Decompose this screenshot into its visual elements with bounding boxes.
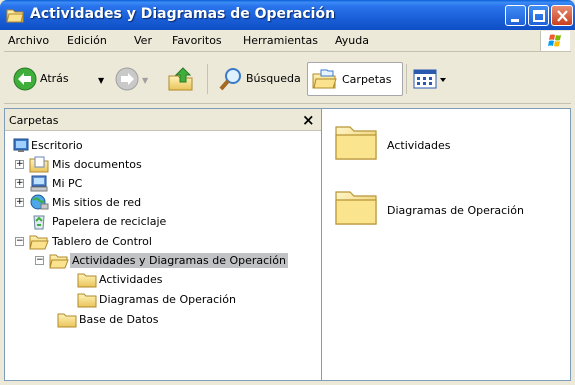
tree-item-label-selected: Actividades y Diagramas de Operación	[70, 253, 288, 268]
close-icon	[557, 10, 568, 22]
folders-button[interactable]: Carpetas	[307, 62, 403, 96]
folder-open-icon	[49, 254, 69, 269]
menu-ver[interactable]: Ver	[134, 34, 152, 47]
tree-item-label: Diagramas de Operación	[99, 293, 236, 306]
tree-item-label: Mis documentos	[52, 158, 142, 171]
menu-ayuda[interactable]: Ayuda	[335, 34, 369, 47]
folders-label: Carpetas	[342, 73, 392, 86]
recycle-bin-icon	[33, 215, 45, 230]
folder-icon	[335, 191, 377, 225]
toolbar-separator	[406, 64, 407, 94]
folders-pane-title: Carpetas	[9, 114, 59, 127]
computer-icon	[30, 175, 48, 192]
tree-item-mis-sitios-de-red[interactable]: + Mis sitios de red	[7, 193, 207, 212]
tree-item-tablero-de-control[interactable]: − Tablero de Control	[7, 232, 207, 251]
search-label: Búsqueda	[246, 72, 301, 85]
windows-logo-icon	[540, 31, 570, 51]
minimize-button[interactable]	[505, 5, 526, 26]
folders-icon	[312, 69, 337, 89]
tree-item-papelera[interactable]: Papelera de reciclaje	[7, 212, 207, 231]
content-pane: Actividades Diagramas de Operación	[322, 108, 571, 381]
tree-item-base-de-datos[interactable]: Base de Datos	[49, 310, 249, 329]
toolbar-separator	[207, 64, 208, 94]
desktop-icon	[13, 138, 29, 152]
minimize-icon	[511, 19, 519, 22]
title-bar[interactable]: Actividades y Diagramas de Operación	[0, 0, 575, 30]
folder-icon	[77, 273, 97, 288]
folder-icon	[6, 9, 24, 23]
folder-icon	[335, 126, 377, 160]
search-icon	[219, 68, 241, 91]
toolbar: Atrás ▼ ▼ Búsqueda Carpetas	[4, 54, 571, 104]
tree-item-actividades[interactable]: Actividades	[69, 270, 269, 289]
back-button[interactable]: Atrás ▼	[10, 62, 110, 96]
menu-archivo[interactable]: Archivo	[8, 34, 49, 47]
close-pane-icon[interactable]: ×	[302, 111, 315, 129]
menu-favoritos[interactable]: Favoritos	[172, 34, 222, 47]
up-folder-button[interactable]	[167, 62, 197, 96]
window-title: Actividades y Diagramas de Operación	[30, 6, 336, 22]
forward-arrow-icon	[115, 67, 139, 91]
forward-button[interactable]: ▼	[114, 62, 154, 96]
search-button[interactable]: Búsqueda	[216, 62, 304, 96]
tree-item-label: Escritorio	[31, 139, 83, 152]
network-icon	[30, 194, 49, 210]
tree-item-label: Mi PC	[52, 177, 83, 190]
folders-pane: Carpetas × Escritorio + Mis documentos +	[4, 108, 322, 381]
forward-dropdown-icon[interactable]: ▼	[142, 76, 148, 85]
tree-item-mi-pc[interactable]: + Mi PC	[7, 174, 207, 193]
back-arrow-icon	[13, 67, 37, 91]
back-dropdown-icon[interactable]: ▼	[98, 76, 104, 85]
content-item-label: Actividades	[387, 139, 451, 152]
tree-item-label: Base de Datos	[79, 313, 159, 326]
tree-item-mis-documentos[interactable]: + Mis documentos	[7, 155, 207, 174]
folder-icon	[77, 293, 97, 308]
folder-open-icon	[29, 235, 49, 250]
maximize-button[interactable]	[528, 5, 549, 26]
expand-icon[interactable]: +	[15, 160, 24, 169]
close-button[interactable]	[551, 5, 573, 26]
collapse-icon[interactable]: −	[35, 256, 44, 265]
tree-item-label: Mis sitios de red	[52, 196, 142, 209]
explorer-window: Actividades y Diagramas de Operación Arc…	[0, 0, 575, 385]
menu-herramientas[interactable]: Herramientas	[243, 34, 318, 47]
tree-item-diagramas-de-operacion[interactable]: Diagramas de Operación	[69, 290, 269, 309]
tree-item-label: Tablero de Control	[52, 235, 152, 248]
folders-pane-header: Carpetas ×	[5, 109, 321, 131]
folder-icon	[57, 313, 77, 328]
back-label: Atrás	[40, 72, 69, 85]
collapse-icon[interactable]: −	[15, 237, 24, 246]
expand-icon[interactable]: +	[15, 198, 24, 207]
views-icon	[413, 69, 446, 89]
up-folder-icon	[168, 67, 193, 91]
tree-item-escritorio[interactable]: Escritorio	[7, 136, 207, 155]
tree-item-label: Actividades	[99, 273, 163, 286]
tree-item-label: Papelera de reciclaje	[52, 215, 167, 228]
content-item-diagramas-de-operacion[interactable]: Diagramas de Operación	[332, 184, 562, 232]
content-item-actividades[interactable]: Actividades	[332, 119, 532, 167]
menu-bar: Archivo Edición Ver Favoritos Herramient…	[4, 30, 571, 52]
content-item-label: Diagramas de Operación	[387, 204, 524, 217]
views-button[interactable]	[411, 62, 451, 96]
documents-folder-icon	[29, 156, 49, 173]
maximize-icon	[533, 10, 545, 22]
tree-item-actividades-y-diagramas[interactable]: − Actividades y Diagramas de Operación	[27, 251, 297, 270]
menu-edicion[interactable]: Edición	[67, 34, 107, 47]
expand-icon[interactable]: +	[15, 179, 24, 188]
